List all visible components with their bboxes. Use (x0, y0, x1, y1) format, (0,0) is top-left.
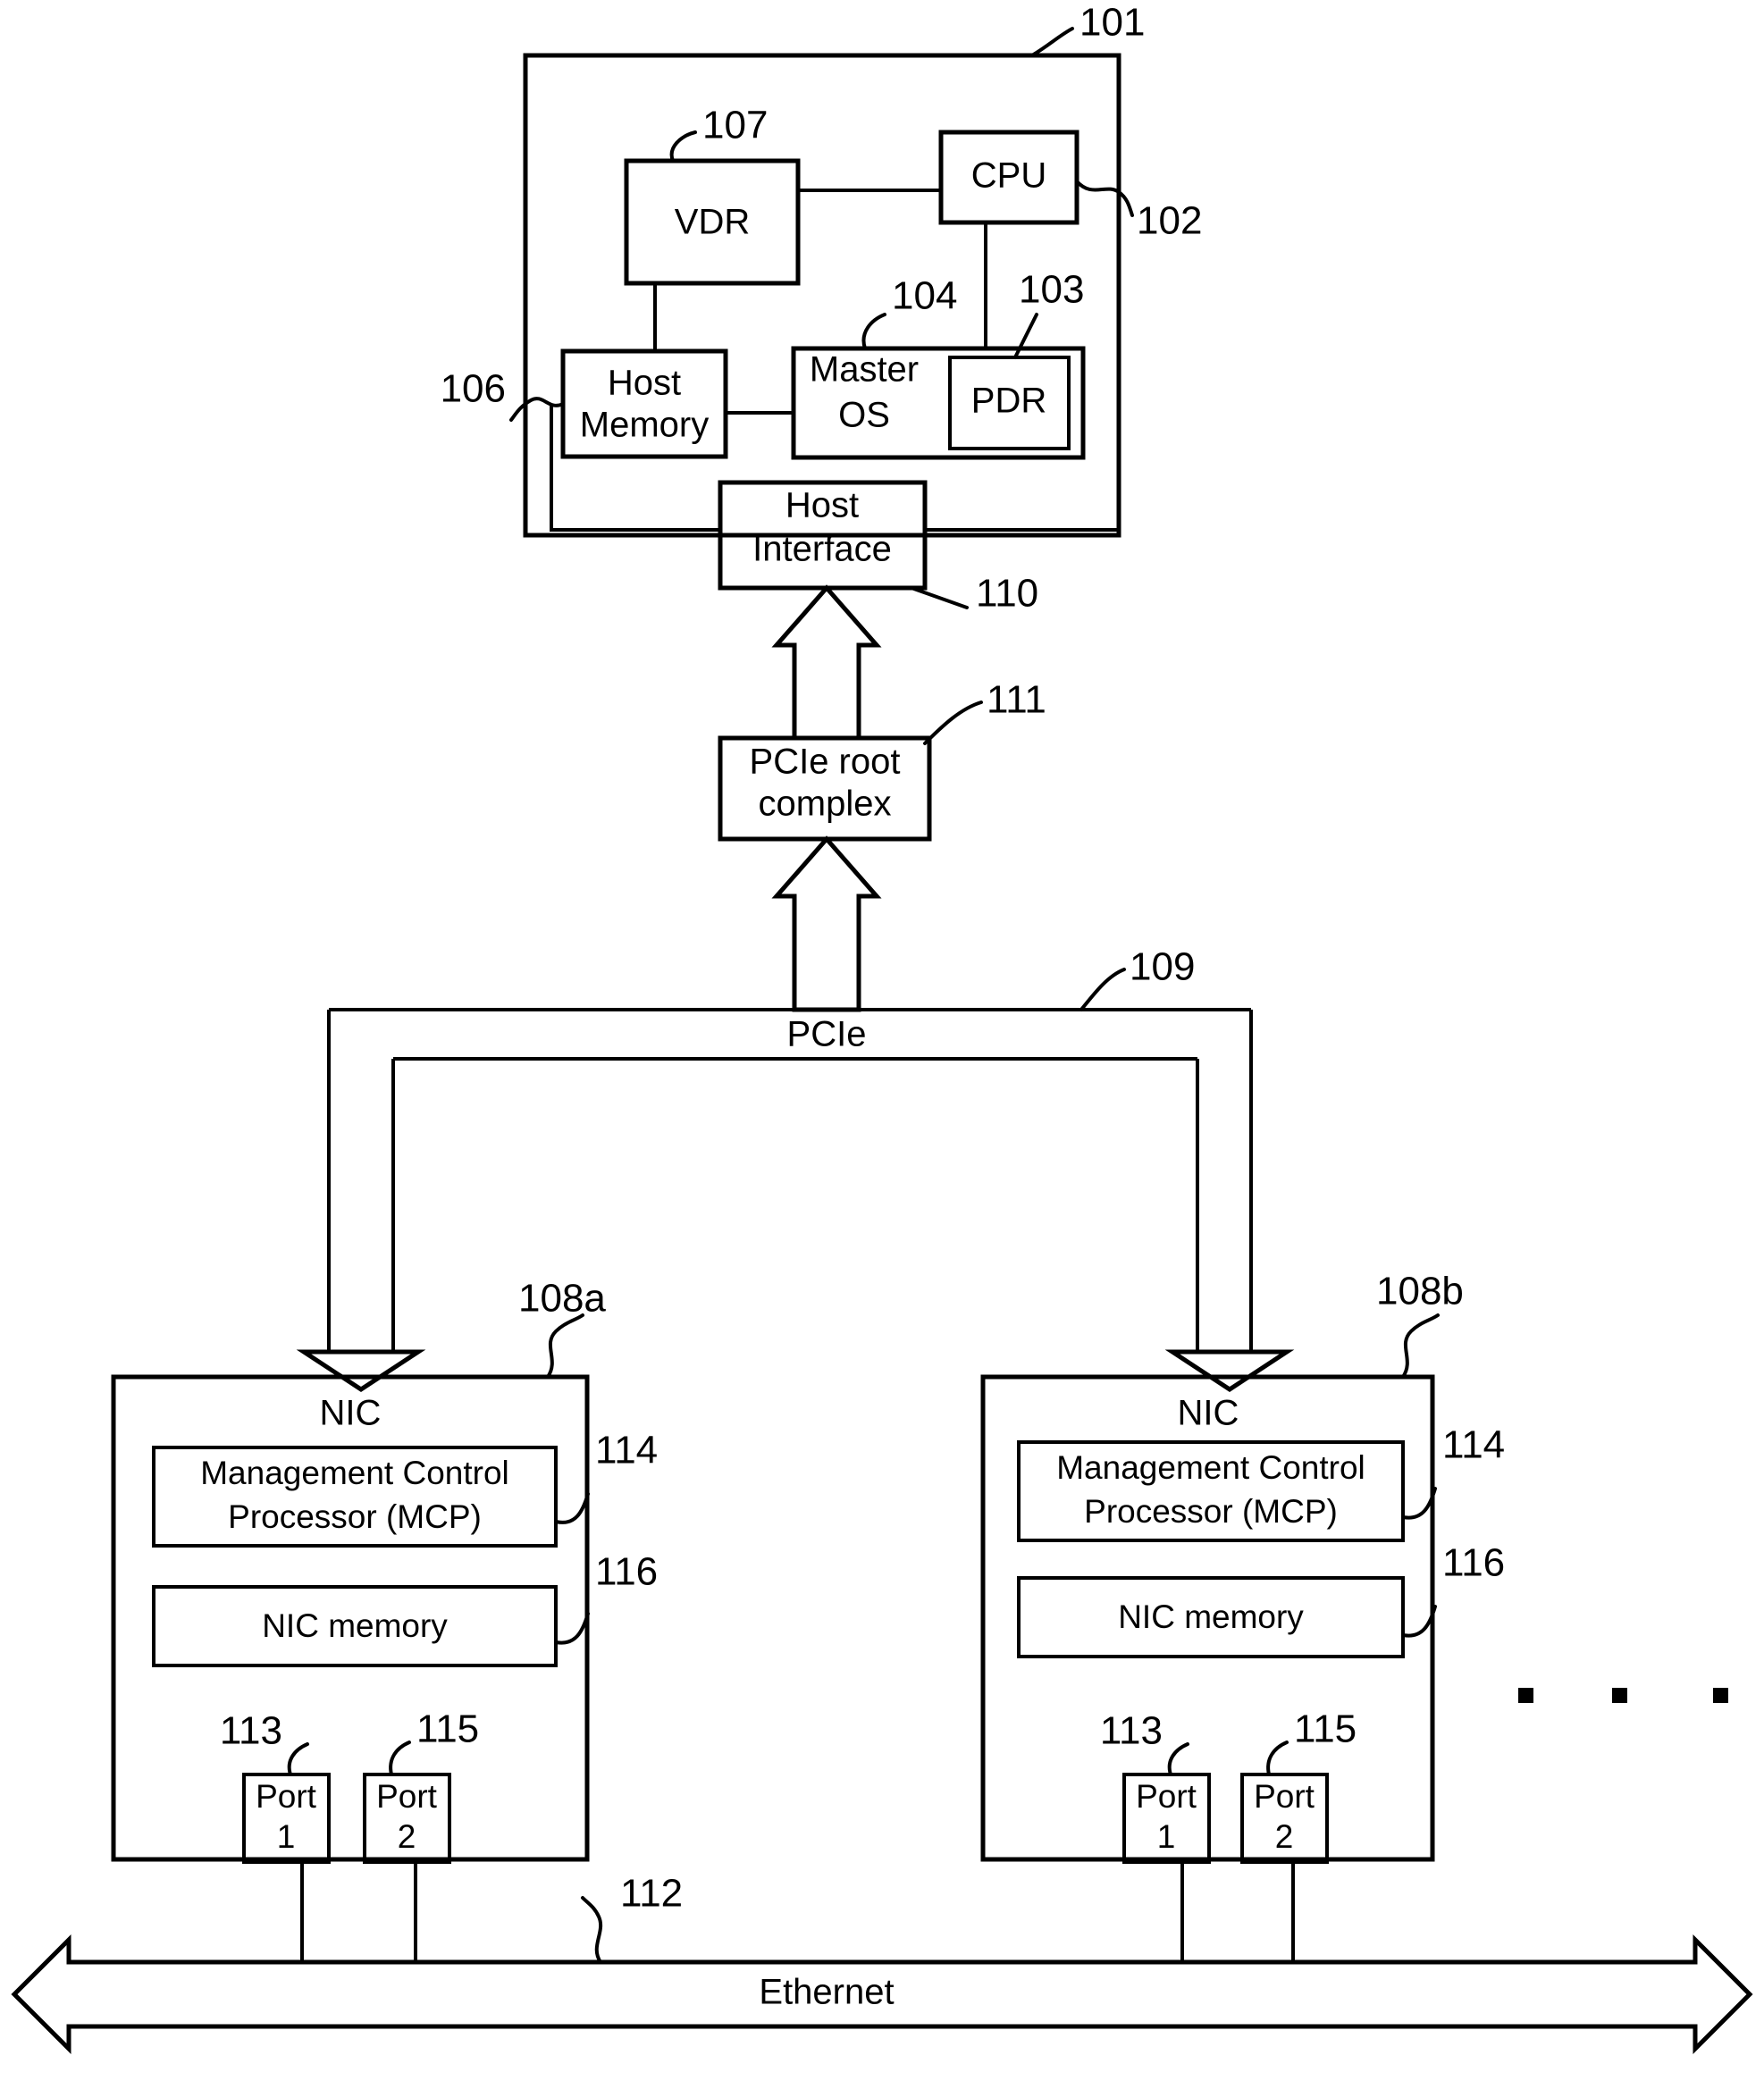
ref-label-110: 110 (976, 572, 1038, 616)
host-memory-label-line1: Host (608, 364, 681, 403)
ref-label-114-a: 114 (595, 1429, 658, 1472)
leader-101 (1030, 27, 1074, 57)
leader-111 (923, 701, 983, 745)
nic-b-port2-label-line1: Port (1254, 1778, 1315, 1815)
ellipsis-dot-1 (1518, 1688, 1533, 1703)
leader-102 (1075, 180, 1134, 217)
leader-113-b (1167, 1742, 1189, 1776)
ref-label-115-a: 115 (416, 1707, 479, 1751)
leader-113-a (287, 1742, 309, 1776)
master-os-label-line1: Master (810, 350, 919, 390)
arrow-rootcomplex-to-hostinterface (771, 584, 882, 741)
nic-a-port2-label-line1: Port (376, 1778, 438, 1815)
pcie-root-complex-label-line2: complex (759, 784, 892, 824)
ref-label-114-b: 114 (1442, 1423, 1505, 1467)
ref-label-116-b: 116 (1442, 1541, 1505, 1585)
nic-a-mcp-label-line1: Management Control (200, 1455, 509, 1491)
ref-label-103: 103 (1019, 268, 1084, 312)
arrowhead-to-nic-b (1164, 1349, 1295, 1392)
ref-label-102: 102 (1137, 199, 1202, 243)
ref-label-109: 109 (1130, 945, 1195, 989)
ref-label-108b: 108b (1376, 1270, 1464, 1313)
leader-109 (1079, 968, 1126, 1011)
nic-b-mcp-label-line2: Processor (MCP) (1084, 1493, 1338, 1530)
ethernet-label: Ethernet (759, 1973, 894, 2012)
ref-label-104: 104 (892, 274, 957, 318)
nic-b-port2-label-line2: 2 (1275, 1818, 1294, 1855)
ellipsis-dot-3 (1713, 1688, 1728, 1703)
arrow-pciebus-to-rootcomplex (771, 835, 882, 1012)
ref-label-115-b: 115 (1294, 1707, 1357, 1751)
ref-label-113-b: 113 (1100, 1709, 1163, 1753)
ref-label-107: 107 (702, 104, 768, 147)
leader-112 (581, 1896, 603, 1964)
ref-label-116-a: 116 (595, 1550, 658, 1594)
host-interface-label-line1: Host (785, 486, 859, 525)
nic-b-memory-label: NIC memory (1118, 1598, 1304, 1635)
vdr-label: VDR (675, 203, 750, 242)
ref-label-113-a: 113 (220, 1709, 282, 1753)
host-memory-label-line2: Memory (580, 406, 709, 445)
host-interface-label-line2: Interface (752, 530, 892, 569)
ref-label-112: 112 (620, 1872, 683, 1916)
leader-114-a (554, 1492, 590, 1524)
pcie-root-complex-label-line1: PCIe root (750, 742, 901, 782)
ref-label-101: 101 (1079, 1, 1145, 45)
master-os-label-line2: OS (838, 396, 890, 435)
nic-a-port1-label-line1: Port (256, 1778, 317, 1815)
ellipsis-dot-2 (1612, 1688, 1627, 1703)
leader-116-a (554, 1612, 590, 1645)
nic-a-memory-label: NIC memory (262, 1607, 448, 1644)
pcie-bus-label: PCIe (787, 1015, 867, 1054)
nic-b-port1-label-line2: 1 (1157, 1818, 1176, 1855)
leader-103 (1013, 313, 1038, 359)
nic-a-mcp-label-line2: Processor (MCP) (228, 1498, 482, 1535)
leader-108b (1401, 1313, 1440, 1379)
arrowhead-to-nic-a (296, 1349, 426, 1392)
patent-figure: 101 VDR 107 CPU 102 Host Memory 106 Mast… (0, 0, 1764, 2089)
diagram-canvas: 101 VDR 107 CPU 102 Host Memory 106 Mast… (11, 1, 1753, 2055)
nic-b-port1-label-line1: Port (1136, 1778, 1197, 1815)
leader-107 (669, 130, 697, 163)
ref-label-111: 111 (987, 678, 1046, 722)
nic-a-port2-label-line2: 2 (398, 1818, 416, 1855)
nic-b-title: NIC (1178, 1394, 1239, 1433)
nic-b-mcp-label-line1: Management Control (1056, 1449, 1365, 1486)
ref-label-106: 106 (441, 367, 506, 411)
leader-108a (546, 1313, 584, 1379)
nic-a-port1-label-line2: 1 (277, 1818, 296, 1855)
leader-115-b (1266, 1741, 1289, 1776)
pdr-label: PDR (971, 382, 1046, 421)
leader-110 (910, 586, 969, 609)
nic-a-title: NIC (320, 1394, 382, 1433)
cpu-label: CPU (971, 156, 1046, 196)
leader-104 (861, 313, 886, 350)
leader-106 (509, 397, 565, 422)
leader-115-a (389, 1741, 411, 1776)
ref-label-108a: 108a (518, 1277, 606, 1321)
